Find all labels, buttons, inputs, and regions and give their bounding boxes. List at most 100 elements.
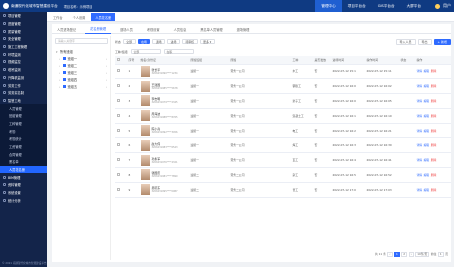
sub-tab[interactable]: 黑名单人员管理 — [195, 24, 227, 34]
sub-tab[interactable]: 退场管理 — [232, 24, 255, 34]
row-checkbox[interactable] — [116, 84, 120, 88]
next-page-button[interactable]: › — [408, 251, 414, 257]
sidebar-item[interactable]: 资料管理 — [0, 181, 47, 189]
tree-node[interactable]: › 班组四 › — [53, 76, 110, 83]
status-select[interactable]: 在职 — [163, 48, 194, 55]
add-button[interactable]: + 新增 — [433, 38, 451, 45]
row-action-link[interactable]: 编辑 — [424, 69, 430, 73]
sidebar-item[interactable]: 黑名单 — [0, 158, 47, 166]
row-action-link[interactable]: 编辑 — [424, 143, 430, 147]
sidebar-item[interactable]: 考勤 — [0, 127, 47, 135]
sub-tab[interactable]: 人员信息 — [169, 24, 192, 34]
page-number[interactable]: 2 — [401, 251, 408, 257]
tree-node[interactable]: › 班组三 › — [53, 69, 110, 76]
sub-tab[interactable]: 考勤设置 — [142, 24, 165, 34]
sidebar-item[interactable]: 质量管理 — [0, 27, 47, 35]
row-checkbox[interactable] — [116, 128, 120, 132]
sub-tab[interactable]: 花名册管理 — [85, 24, 112, 34]
checkbox-checked-icon[interactable] — [63, 57, 66, 60]
row-action-link[interactable]: 编辑 — [424, 188, 430, 192]
row-action-link[interactable]: 删除 — [431, 188, 437, 192]
row-checkbox[interactable] — [116, 69, 120, 73]
filter-chip[interactable]: 在场 — [137, 38, 151, 45]
row-action-link[interactable]: 详情 — [417, 84, 423, 88]
row-action-link[interactable]: 编辑 — [424, 84, 430, 88]
filter-chip[interactable]: 进场 — [167, 38, 180, 45]
page-input[interactable]: 1 — [437, 251, 444, 257]
row-checkbox[interactable] — [116, 172, 120, 176]
row-checkbox[interactable] — [116, 113, 120, 117]
user-name[interactable]: 用户 — [443, 3, 451, 9]
project-selector[interactable]: 项目名称：示例项目 — [64, 4, 93, 9]
row-action-link[interactable]: 编辑 — [424, 114, 430, 118]
page-number[interactable]: 1 — [394, 251, 400, 257]
filter-chip[interactable]: 退场 — [152, 38, 166, 45]
page-size-select[interactable]: 10条/页 — [415, 251, 430, 257]
sidebar-item[interactable]: 考勤统计 — [0, 135, 47, 143]
row-action-link[interactable]: 删除 — [431, 143, 437, 147]
table-row[interactable]: 4 周海波 3206231988****8765 班组一 劳务一公司 混凝土工否 2022-… — [115, 108, 451, 124]
row-action-link[interactable]: 编辑 — [424, 129, 430, 133]
row-action-link[interactable]: 编辑 — [424, 99, 430, 103]
sidebar-item[interactable]: 安全管理 — [0, 35, 47, 43]
row-action-link[interactable]: 删除 — [431, 158, 437, 162]
table-row[interactable]: 5 陈小兵 3206231992****3456 班组一 劳务一公司 电工否 2022-07… — [115, 123, 451, 139]
table-row[interactable]: 6 赵大伟 3206231983****6543 班组一 劳务一公司 焊工否 2022-07… — [115, 137, 451, 154]
row-action-link[interactable]: 详情 — [417, 69, 423, 73]
row-action-link[interactable]: 删除 — [431, 173, 437, 177]
sidebar-item[interactable]: 施工工程管理 — [0, 43, 47, 51]
top-nav-item[interactable]: 管理中心 — [315, 0, 342, 12]
row-action-link[interactable]: 删除 — [431, 84, 437, 88]
tree-root[interactable]: ▾ 所有班组 — [53, 48, 110, 55]
sidebar-item[interactable]: 班组管理 — [0, 111, 47, 120]
row-checkbox[interactable] — [116, 98, 120, 102]
sidebar-item[interactable]: 劳务实名制 — [0, 89, 47, 97]
sidebar-item[interactable]: 人员管理 — [0, 104, 47, 112]
row-action-link[interactable]: 详情 — [417, 158, 423, 162]
table-row[interactable]: 3 李志明 3206231979****2345 班组一 劳务一公司 架子工否 2022-0… — [115, 93, 451, 109]
sidebar-item[interactable]: 统计分析 — [0, 197, 47, 205]
table-row[interactable]: 7 孙永军 3206231976****4321 班组一 劳务一公司 瓦工否 2022-07… — [115, 152, 451, 169]
table-row[interactable]: 2 王建国 3206231985****5678 班组一 劳务一公司 钢筋工否 2022-0… — [115, 78, 451, 95]
row-action-link[interactable]: 删除 — [431, 114, 437, 118]
page-tab[interactable]: 人员花名册 — [91, 13, 116, 21]
row-checkbox[interactable] — [116, 187, 120, 191]
export-button[interactable]: 导出 — [417, 38, 432, 45]
sub-tab[interactable]: 退场人员 — [115, 24, 138, 34]
sidebar-item[interactable]: 视频监控 — [0, 58, 47, 66]
row-action-link[interactable]: 详情 — [417, 129, 423, 133]
tree-search-input[interactable]: 请输入关键字 — [55, 38, 108, 44]
row-action-link[interactable]: 详情 — [417, 114, 423, 118]
sidebar-item[interactable]: BIM管理 — [0, 173, 47, 181]
table-row[interactable]: 9 吴晓东 3206231995****0987 班组二 劳务二公司 普工否 2022-07… — [115, 182, 451, 198]
avatar[interactable] — [435, 3, 440, 9]
checkbox-checked-icon[interactable] — [63, 64, 66, 67]
more-dropdown[interactable]: 更多 ▾ — [199, 38, 215, 45]
table-row[interactable]: 8 钱国庆 3206231981****7890 班组二 劳务二公司 杂工否 2022-07… — [115, 167, 451, 183]
sidebar-item[interactable]: 系统设置 — [0, 189, 47, 197]
sidebar-item[interactable]: 升降机监测 — [0, 74, 47, 82]
tree-node[interactable]: › 班组一 › — [53, 55, 110, 62]
checkbox-checked-icon[interactable] — [63, 85, 66, 88]
row-action-link[interactable]: 编辑 — [424, 158, 430, 162]
row-action-link[interactable]: 详情 — [417, 99, 423, 103]
row-action-link[interactable]: 删除 — [431, 129, 437, 133]
tree-node[interactable]: › 班组五 › — [53, 83, 110, 90]
select-all-checkbox[interactable] — [116, 57, 120, 61]
sidebar-item[interactable]: 工种管理 — [0, 119, 47, 128]
sidebar-item[interactable]: 项目管理 — [0, 12, 47, 20]
row-action-link[interactable]: 删除 — [431, 99, 437, 103]
sidebar-item[interactable]: 合同管理 — [0, 150, 47, 159]
checkbox-checked-icon[interactable] — [63, 71, 66, 74]
row-checkbox[interactable] — [116, 158, 120, 162]
top-nav-item[interactable]: 大屏平台 — [401, 0, 427, 12]
sidebar-item[interactable]: 人员花名册 — [0, 165, 47, 174]
checkbox-checked-icon[interactable] — [63, 78, 66, 81]
row-action-link[interactable]: 详情 — [417, 173, 423, 177]
page-tab[interactable]: 工作台 — [49, 13, 67, 21]
sidebar-item[interactable]: 工资管理 — [0, 142, 47, 151]
page-tab[interactable]: 个人设置 — [69, 13, 90, 21]
sidebar-item[interactable]: 进度管理 — [0, 20, 47, 28]
sidebar-item[interactable]: 劳务工作 — [0, 81, 47, 89]
top-nav-item[interactable]: 项目平台台 — [342, 0, 372, 12]
